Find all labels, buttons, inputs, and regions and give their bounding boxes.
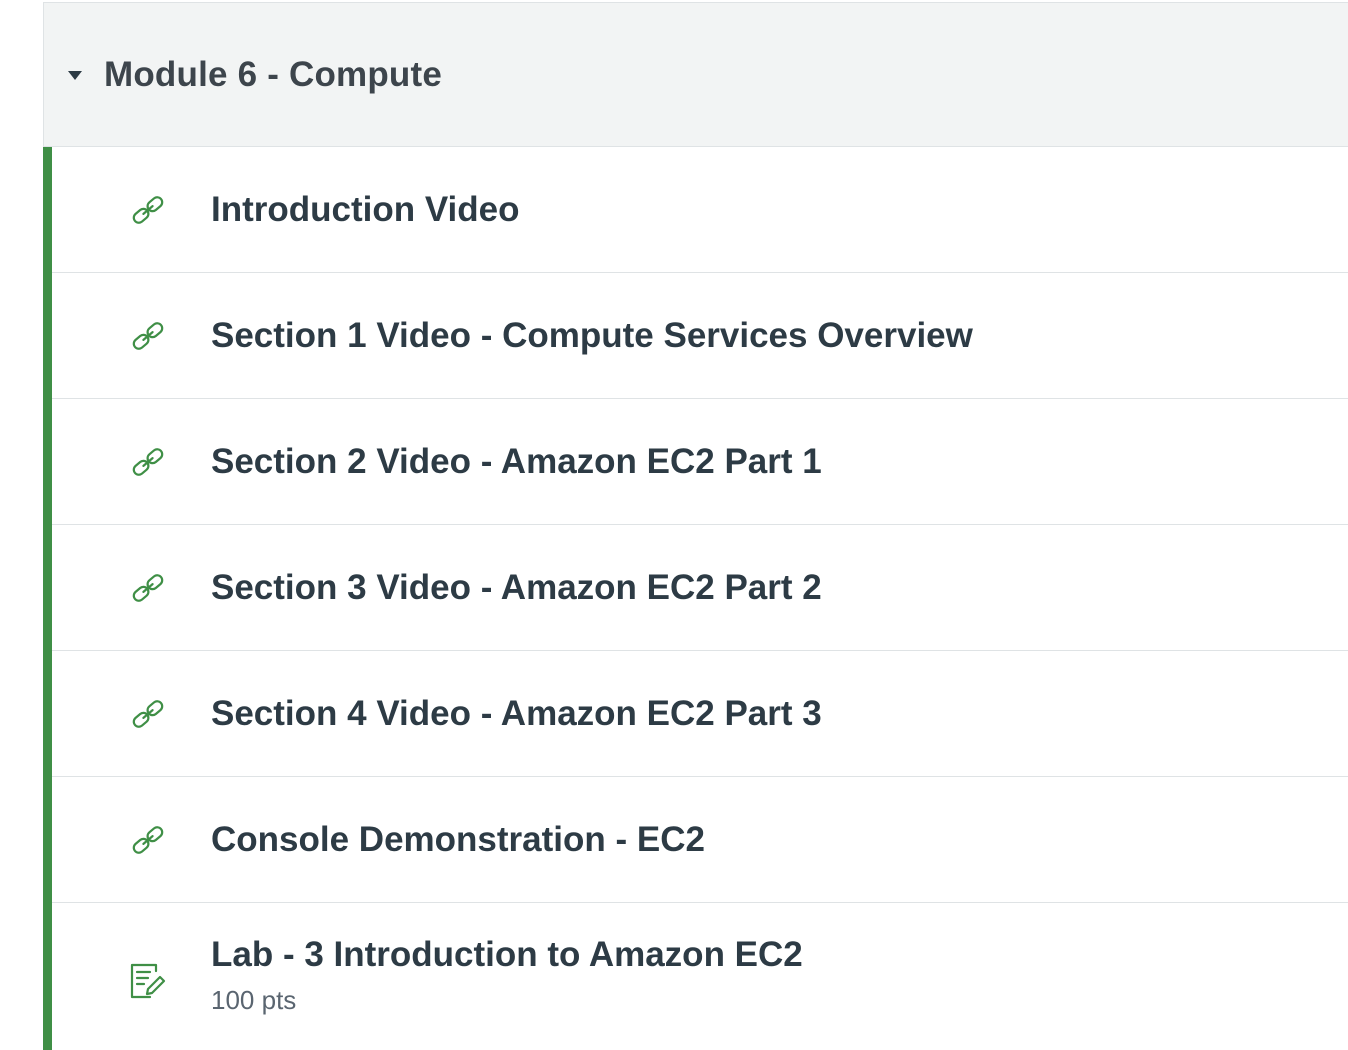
module-item-section-2-video[interactable]: Section 2 Video - Amazon EC2 Part 1 [43, 399, 1348, 525]
module-title: Module 6 - Compute [104, 54, 443, 94]
link-icon [128, 568, 168, 608]
module-item-introduction-video[interactable]: Introduction Video [43, 147, 1348, 273]
item-title[interactable]: Section 3 Video - Amazon EC2 Part 2 [211, 568, 822, 608]
item-title[interactable]: Section 2 Video - Amazon EC2 Part 1 [211, 442, 822, 482]
link-icon [128, 190, 168, 230]
item-title[interactable]: Section 1 Video - Compute Services Overv… [211, 316, 973, 356]
caret-down-icon[interactable] [68, 71, 82, 80]
item-title[interactable]: Section 4 Video - Amazon EC2 Part 3 [211, 694, 822, 734]
module-item-section-1-video[interactable]: Section 1 Video - Compute Services Overv… [43, 273, 1348, 399]
link-icon [128, 316, 168, 356]
item-title[interactable]: Lab - 3 Introduction to Amazon EC2 [211, 935, 803, 975]
module-item-section-4-video[interactable]: Section 4 Video - Amazon EC2 Part 3 [43, 651, 1348, 777]
module-header[interactable]: Module 6 - Compute [44, 3, 1348, 147]
module-item-section-3-video[interactable]: Section 3 Video - Amazon EC2 Part 2 [43, 525, 1348, 651]
item-points: 100 pts [211, 985, 297, 1015]
module-container: Module 6 - Compute Introduction Video Se… [43, 2, 1348, 1050]
item-title[interactable]: Introduction Video [211, 190, 520, 230]
link-icon [128, 820, 168, 860]
module-items-list: Introduction Video Section 1 Video - Com… [43, 147, 1348, 1050]
module-item-lab-3[interactable]: Lab - 3 Introduction to Amazon EC2 100 p… [43, 903, 1348, 1050]
item-title[interactable]: Console Demonstration - EC2 [211, 820, 705, 860]
assignment-icon [128, 961, 168, 1001]
link-icon [128, 694, 168, 734]
link-icon [128, 442, 168, 482]
module-item-console-demonstration[interactable]: Console Demonstration - EC2 [43, 777, 1348, 903]
